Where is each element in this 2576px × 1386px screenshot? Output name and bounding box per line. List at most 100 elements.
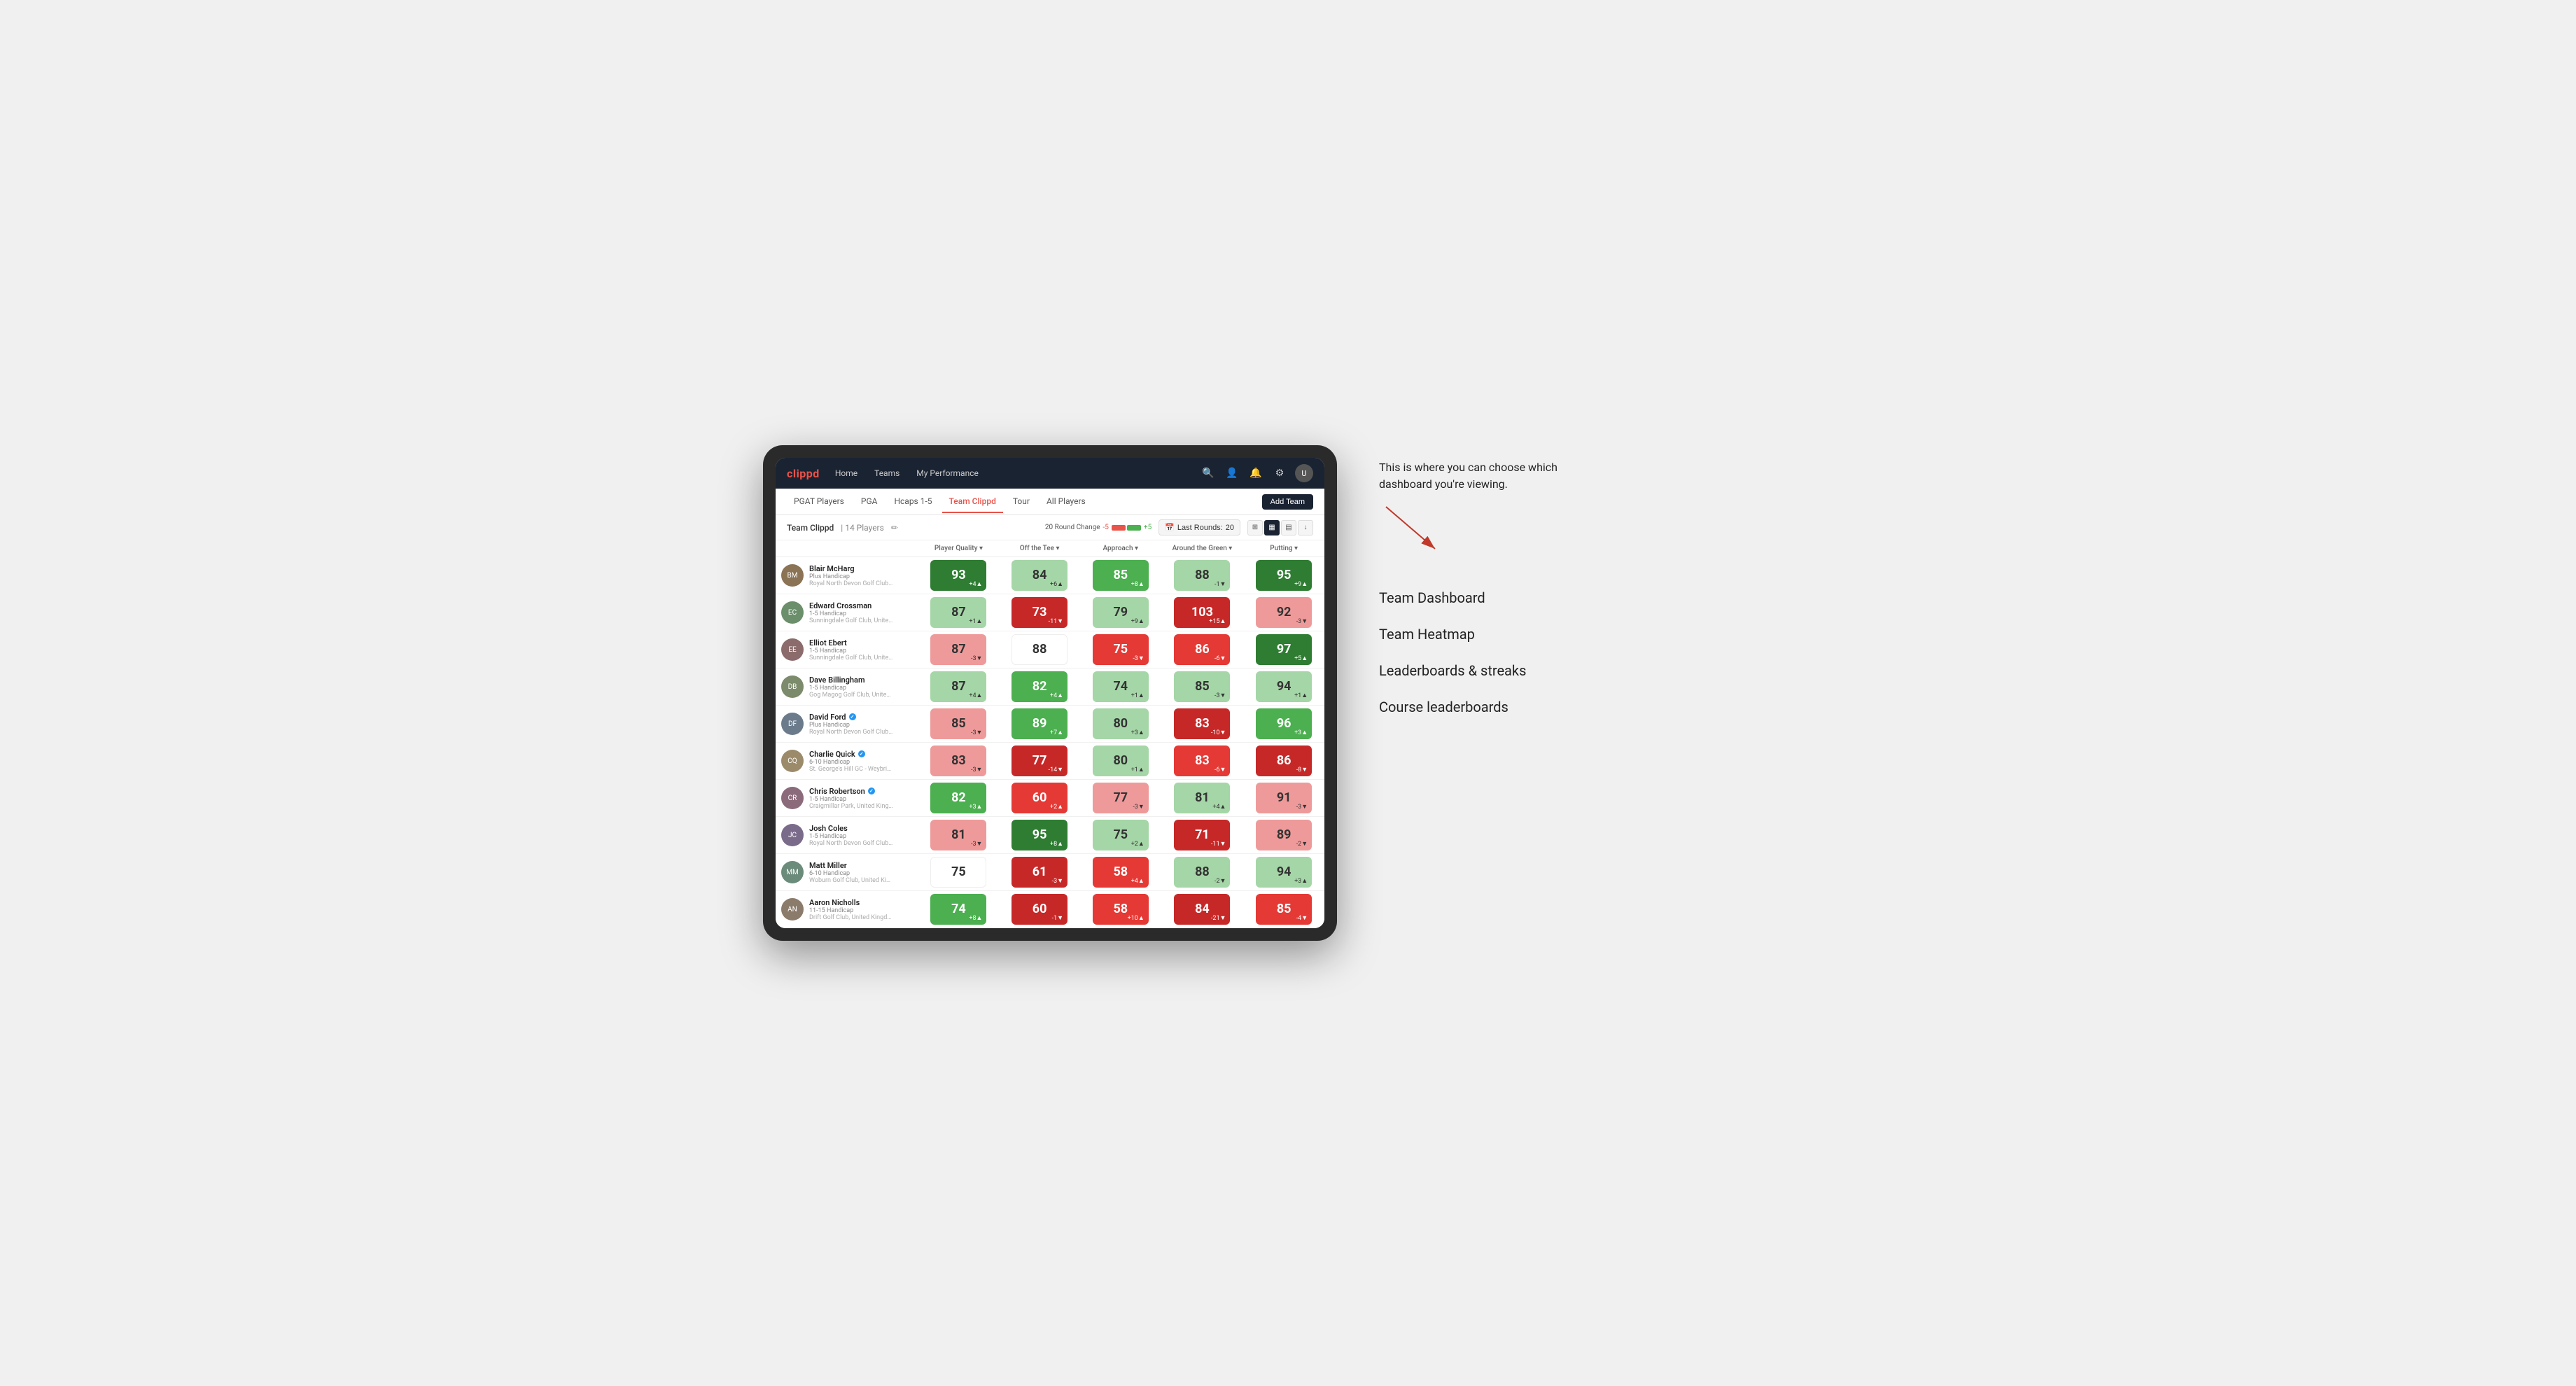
score-cell-player-quality[interactable]: 85 -3▼ [918,706,1000,743]
player-cell[interactable]: JC Josh Coles 1-5 Handicap Royal North D… [776,820,918,851]
score-cell-off-the-tee[interactable]: 73 -11▼ [999,594,1080,631]
score-cell-off-the-tee[interactable]: 77 -14▼ [999,743,1080,780]
tab-team-clippd[interactable]: Team Clippd [942,491,1003,513]
tab-hcaps[interactable]: Hcaps 1-5 [887,491,939,513]
score-cell-player-quality[interactable]: 81 -3▼ [918,817,1000,854]
score-cell-around-green[interactable]: 71 -11▼ [1161,817,1244,854]
score-cell-player-quality[interactable]: 83 -3▼ [918,743,1000,780]
score-cell-around-green[interactable]: 83 -10▼ [1161,706,1244,743]
score-cell-approach[interactable]: 75 +2▲ [1080,817,1161,854]
score-cell-off-the-tee[interactable]: 82 +4▲ [999,668,1080,706]
score-cell-around-green[interactable]: 88 -2▼ [1161,854,1244,891]
last-rounds-button[interactable]: 📅 Last Rounds: 20 [1158,519,1240,536]
score-cell-around-green[interactable]: 83 -6▼ [1161,743,1244,780]
score-cell-putting[interactable]: 91 -3▼ [1243,780,1324,817]
player-cell[interactable]: EE Elliot Ebert 1-5 Handicap Sunningdale… [776,634,918,666]
app-logo[interactable]: clippd [787,467,820,480]
col-approach[interactable]: Approach ▾ [1080,540,1161,557]
player-cell[interactable]: EC Edward Crossman 1-5 Handicap Sunningd… [776,597,918,629]
nav-link-my-performance[interactable]: My Performance [912,465,983,481]
score-cell-approach[interactable]: 58 +4▲ [1080,854,1161,891]
score-cell-approach[interactable]: 80 +3▲ [1080,706,1161,743]
edit-icon[interactable]: ✏ [891,523,898,533]
score-cell-approach[interactable]: 77 -3▼ [1080,780,1161,817]
score-cell-off-the-tee[interactable]: 88 [999,631,1080,668]
score-cell-around-green[interactable]: 84 -21▼ [1161,891,1244,928]
score-cell-player-quality[interactable]: 87 +1▲ [918,594,1000,631]
score-cell-putting[interactable]: 92 -3▼ [1243,594,1324,631]
score-cell-off-the-tee[interactable]: 61 -3▼ [999,854,1080,891]
add-team-button[interactable]: Add Team [1262,494,1313,510]
score-cell-player-quality[interactable]: 87 +4▲ [918,668,1000,706]
score-cell-around-green[interactable]: 86 -6▼ [1161,631,1244,668]
view-table-button[interactable]: ▦ [1264,520,1280,536]
nav-link-home[interactable]: Home [831,465,862,481]
score-value: 80 [1113,718,1128,730]
score-cell-putting[interactable]: 95 +9▲ [1243,557,1324,594]
user-icon[interactable]: 👤 [1224,465,1240,482]
col-around-green[interactable]: Around the Green ▾ [1161,540,1244,557]
score-cell-approach[interactable]: 80 +1▲ [1080,743,1161,780]
menu-item-team-dashboard[interactable]: Team Dashboard [1379,580,1813,616]
score-cell-off-the-tee[interactable]: 84 +6▲ [999,557,1080,594]
col-off-the-tee[interactable]: Off the Tee ▾ [999,540,1080,557]
score-cell-around-green[interactable]: 88 -1▼ [1161,557,1244,594]
score-cell-approach[interactable]: 85 +8▲ [1080,557,1161,594]
nav-link-teams[interactable]: Teams [870,465,904,481]
menu-item-course-leaderboards[interactable]: Course leaderboards [1379,689,1813,725]
player-cell[interactable]: AN Aaron Nicholls 11-15 Handicap Drift G… [776,894,918,925]
view-grid-button[interactable]: ⊞ [1247,520,1263,536]
tab-all-players[interactable]: All Players [1040,491,1093,513]
score-cell-approach[interactable]: 74 +1▲ [1080,668,1161,706]
view-download-button[interactable]: ↓ [1298,520,1313,536]
bell-icon[interactable]: 🔔 [1247,465,1264,482]
verified-icon: ✓ [868,788,875,794]
menu-item-leaderboards[interactable]: Leaderboards & streaks [1379,652,1813,689]
score-cell-approach[interactable]: 75 -3▼ [1080,631,1161,668]
score-cell-off-the-tee[interactable]: 95 +8▲ [999,817,1080,854]
score-value: 95 [1277,569,1292,582]
score-cell-approach[interactable]: 79 +9▲ [1080,594,1161,631]
score-cell-player-quality[interactable]: 74 +8▲ [918,891,1000,928]
score-box: 94 +1▲ [1256,671,1312,702]
tab-pgat-players[interactable]: PGAT Players [787,491,851,513]
score-cell-around-green[interactable]: 85 -3▼ [1161,668,1244,706]
score-cell-player-quality[interactable]: 75 [918,854,1000,891]
score-cell-putting[interactable]: 85 -4▼ [1243,891,1324,928]
score-cell-putting[interactable]: 94 +1▲ [1243,668,1324,706]
view-heatmap-button[interactable]: ▤ [1281,520,1296,536]
score-cell-around-green[interactable]: 81 +4▲ [1161,780,1244,817]
score-box: 75 +2▲ [1093,820,1149,850]
col-putting[interactable]: Putting ▾ [1243,540,1324,557]
score-cell-putting[interactable]: 89 -2▼ [1243,817,1324,854]
score-box: 60 +2▲ [1011,783,1068,813]
score-cell-putting[interactable]: 94 +3▲ [1243,854,1324,891]
player-cell[interactable]: DF David Ford✓ Plus Handicap Royal North… [776,708,918,740]
player-cell[interactable]: BM Blair McHarg Plus Handicap Royal Nort… [776,560,918,592]
score-cell-putting[interactable]: 97 +5▲ [1243,631,1324,668]
search-icon[interactable]: 🔍 [1200,465,1217,482]
settings-icon[interactable]: ⚙ [1271,465,1288,482]
score-box: 75 -3▼ [1093,634,1149,665]
tab-tour[interactable]: Tour [1006,491,1037,513]
player-cell[interactable]: CR Chris Robertson✓ 1-5 Handicap Craigmi… [776,783,918,814]
score-cell-player-quality[interactable]: 93 +4▲ [918,557,1000,594]
score-cell-off-the-tee[interactable]: 60 +2▲ [999,780,1080,817]
score-cell-putting[interactable]: 86 -8▼ [1243,743,1324,780]
score-cell-off-the-tee[interactable]: 60 -1▼ [999,891,1080,928]
score-cell-player-quality[interactable]: 87 -3▼ [918,631,1000,668]
tab-pga[interactable]: PGA [854,491,885,513]
player-cell[interactable]: DB Dave Billingham 1-5 Handicap Gog Mago… [776,671,918,703]
menu-item-team-heatmap[interactable]: Team Heatmap [1379,616,1813,652]
score-cell-approach[interactable]: 58 +10▲ [1080,891,1161,928]
score-cell-off-the-tee[interactable]: 89 +7▲ [999,706,1080,743]
score-cell-around-green[interactable]: 103 +15▲ [1161,594,1244,631]
player-club: Sunningdale Golf Club, United Kingdom [809,654,893,662]
col-player-quality[interactable]: Player Quality ▾ [918,540,1000,557]
score-cell-player-quality[interactable]: 82 +3▲ [918,780,1000,817]
score-cell-putting[interactable]: 96 +3▲ [1243,706,1324,743]
score-box: 91 -3▼ [1256,783,1312,813]
player-cell[interactable]: MM Matt Miller 6-10 Handicap Woburn Golf… [776,857,918,888]
player-cell[interactable]: CQ Charlie Quick✓ 6-10 Handicap St. Geor… [776,746,918,777]
avatar[interactable]: U [1295,464,1313,482]
